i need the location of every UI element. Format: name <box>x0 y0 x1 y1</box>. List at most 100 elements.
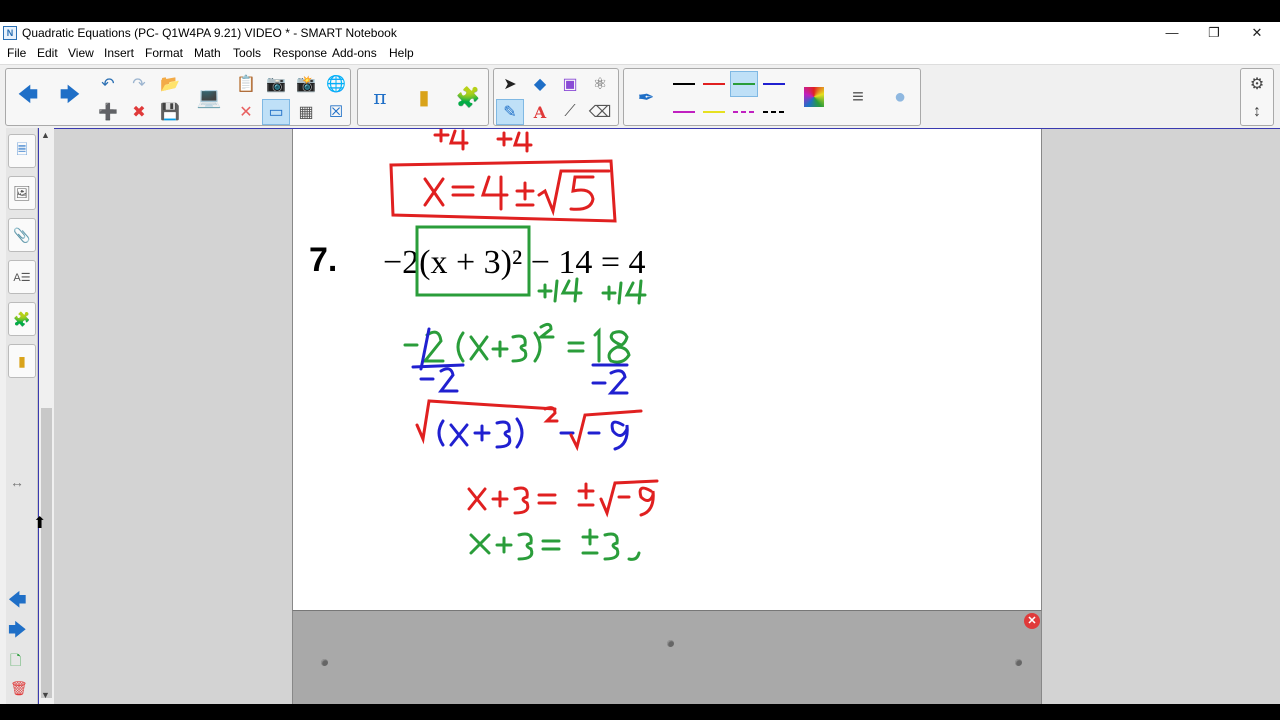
activity-icon: ▮ <box>418 86 430 109</box>
handwriting-layer: 7. −2(x + 3)² − 14 = 4 <box>309 129 659 561</box>
pen-style-magenta-dashed[interactable] <box>730 99 758 125</box>
screen-capture-button[interactable]: 📷 <box>262 71 290 97</box>
problem-equation: −2(x + 3)² − 14 = 4 <box>383 244 646 281</box>
add-page-button[interactable]: ➕ <box>94 99 122 125</box>
handwriting-top-plus4 <box>433 129 533 153</box>
top-letterbox <box>0 0 1280 22</box>
line-icon: ⟋ <box>564 103 576 120</box>
side-add-page-button[interactable]: 🗋 <box>10 650 21 674</box>
table-icon: ▦ <box>298 104 314 121</box>
delete-page-button[interactable]: ✖ <box>125 99 153 125</box>
horizontal-resize-icon: ↔ <box>10 474 24 490</box>
side-next-page-button[interactable]: 🡆 <box>8 618 27 648</box>
lesson-activity-button[interactable]: ▮ <box>406 71 442 123</box>
delete-button[interactable]: ✕ <box>232 99 260 125</box>
eraser-tool-button[interactable]: ▣ <box>556 71 584 97</box>
page-sorter-tab[interactable]: 🗏 <box>8 134 36 168</box>
close-button[interactable]: ✕ <box>1235 22 1279 44</box>
notebook-page[interactable]: 7. −2(x + 3)² − 14 = 4 <box>292 129 1042 610</box>
line-width-button[interactable]: ≡ <box>840 71 876 123</box>
menu-insert[interactable]: Insert <box>104 46 134 60</box>
menu-tools[interactable]: Tools <box>233 46 261 60</box>
eraser-pen-button[interactable]: ⌫ <box>586 99 614 125</box>
addons-button[interactable]: 🧩 <box>450 71 486 123</box>
settings-button[interactable]: ⚙ <box>1243 71 1271 97</box>
redo-button[interactable]: ↷ <box>125 71 153 97</box>
gallery-tab[interactable]: 🖼 <box>8 176 36 210</box>
addons-tab[interactable]: 🧩 <box>8 302 36 336</box>
text-a-icon: A <box>533 102 547 122</box>
document-camera-button[interactable]: 📸 <box>292 71 320 97</box>
pen-style-green[interactable] <box>730 71 758 97</box>
properties-tab[interactable]: A☰ <box>8 260 36 294</box>
menu-math[interactable]: Math <box>194 46 221 60</box>
menu-edit[interactable]: Edit <box>37 46 58 60</box>
pen-style-black-dashed[interactable] <box>760 99 788 125</box>
page-sorter-icon: 🗏 <box>16 141 28 157</box>
toolbar-position-button[interactable]: ↕ <box>1243 99 1271 125</box>
scroll-down-icon[interactable]: ▼ <box>41 690 50 700</box>
side-previous-page-button[interactable]: 🡄 <box>8 588 27 618</box>
screen-shade-icon: ▭ <box>268 104 284 121</box>
display-button[interactable]: 💻 <box>191 71 227 123</box>
problem-number: 7. <box>309 241 337 279</box>
menu-file[interactable]: File <box>7 46 26 60</box>
full-screen-button[interactable]: ▭ <box>262 99 290 125</box>
arrow-right-icon: 🡆 <box>59 84 81 106</box>
transparency-button[interactable]: ● <box>882 71 918 123</box>
puzzle-piece-icon: 🧩 <box>13 310 31 327</box>
menu-view[interactable]: View <box>68 46 94 60</box>
previous-page-button[interactable]: 🡄 <box>10 71 46 123</box>
minimize-button[interactable]: — <box>1150 22 1194 44</box>
pen-yellow-swatch <box>703 111 725 113</box>
pen-black-swatch <box>673 83 695 85</box>
window-title: Quadratic Equations (PC- Q1W4PA 9.21) VI… <box>22 26 397 40</box>
undo-button[interactable]: ↶ <box>94 71 122 97</box>
select-tool-button[interactable]: ➤ <box>496 71 524 97</box>
paste-button[interactable]: 📋 <box>232 71 260 97</box>
pen-icon: ✒ <box>637 86 655 109</box>
scroll-thumb[interactable] <box>41 408 52 698</box>
dock-dot <box>1015 659 1022 666</box>
pen-style-blue[interactable] <box>760 71 788 97</box>
pen-style-yellow[interactable] <box>700 99 728 125</box>
color-palette-button[interactable] <box>796 71 832 123</box>
pen-style-black[interactable] <box>670 71 698 97</box>
math-tools-button[interactable]: π <box>362 71 398 123</box>
web-button[interactable]: 🌐 <box>322 71 350 97</box>
delete-x-icon: ✕ <box>239 104 253 121</box>
toolbar-group-pen-styles: ✒ ≡ ● <box>623 68 921 126</box>
menu-addons[interactable]: Add-ons <box>332 46 377 60</box>
close-dock-button[interactable]: ✕ <box>1024 613 1040 629</box>
pen-red-swatch <box>703 83 725 85</box>
pen-style-red[interactable] <box>700 71 728 97</box>
scroll-up-icon[interactable]: ▲ <box>41 130 50 140</box>
menu-help[interactable]: Help <box>389 46 414 60</box>
menu-response[interactable]: Response <box>273 46 327 60</box>
lesson-activity-tab[interactable]: ▮ <box>8 344 36 378</box>
open-file-button[interactable]: 📂 <box>156 71 184 97</box>
shapes-icon: ◆ <box>533 76 547 93</box>
menu-format[interactable]: Format <box>145 46 183 60</box>
restore-button[interactable]: ❐ <box>1192 22 1236 44</box>
pen-dashed-magenta-swatch <box>733 111 755 113</box>
pen-type-button[interactable]: ✒ <box>628 71 664 123</box>
close-view-button[interactable]: ☒ <box>322 99 350 125</box>
table-button[interactable]: ▦ <box>292 99 320 125</box>
fill-tool-button[interactable]: ⚛ <box>586 71 614 97</box>
attachments-tab[interactable]: 📎 <box>8 218 36 252</box>
handwriting-divide-step <box>403 322 631 364</box>
pens-tool-button[interactable]: ✎ <box>496 99 524 125</box>
shapes-tool-button[interactable]: ◆ <box>526 71 554 97</box>
next-page-button[interactable]: 🡆 <box>52 71 88 123</box>
side-delete-page-button[interactable]: 🗑 <box>10 680 28 697</box>
dock-dot <box>321 659 328 666</box>
vertical-scrollbar[interactable]: ▲ ▼ <box>38 128 54 704</box>
save-button[interactable]: 💾 <box>156 99 184 125</box>
line-tool-button[interactable]: ⟋ <box>556 99 584 125</box>
expand-panel-handle[interactable]: ↔ <box>10 474 24 490</box>
text-tool-button[interactable]: A <box>526 99 554 125</box>
toolbar-group-settings: ⚙ ↕ <box>1240 68 1274 126</box>
toolbar-group-navigation: 🡄 🡆 ↶ ↷ 📂 ➕ ✖ 💾 💻 📋 📷 📸 🌐 ✕ ▭ ▦ ☒ <box>5 68 351 126</box>
pen-style-magenta[interactable] <box>670 99 698 125</box>
